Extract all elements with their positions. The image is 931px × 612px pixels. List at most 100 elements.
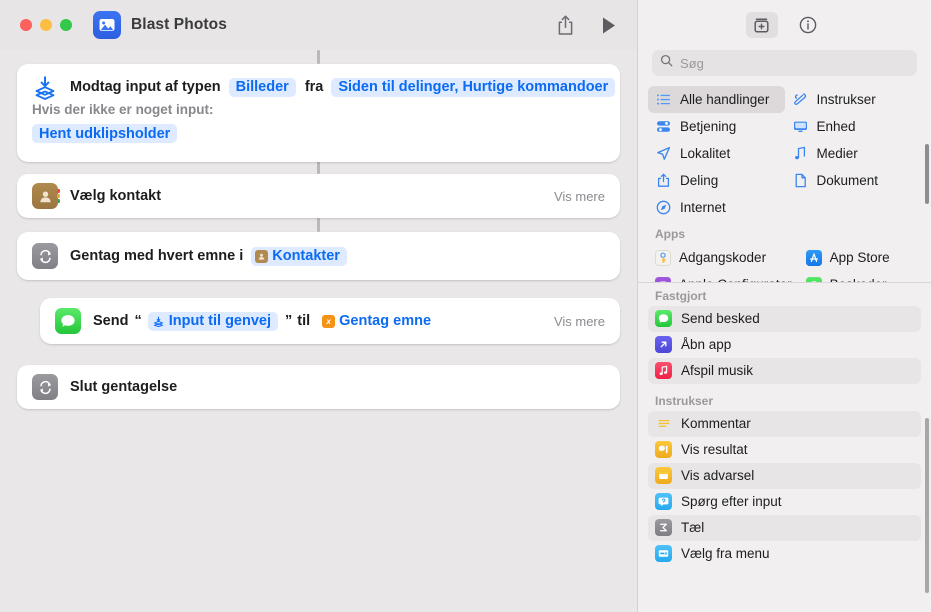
- category-grid: Alle handlinger Instrukser Betjening Enh…: [638, 86, 931, 221]
- category-label: Enhed: [816, 119, 856, 134]
- action-card-send-message[interactable]: Send “ Input til genvej ” til x Gentag e…: [40, 298, 620, 344]
- action-card-receive-input[interactable]: Modtag input af typen Billeder fra Siden…: [17, 64, 620, 162]
- search-input[interactable]: [680, 55, 909, 71]
- repeat-icon: [32, 243, 58, 269]
- list-item-afspil-musik[interactable]: Afspil musik: [648, 357, 921, 384]
- action-card-select-contact[interactable]: Vælg kontakt Vis mere: [17, 174, 620, 218]
- count-icon: [655, 519, 672, 536]
- sidebar-item-medier[interactable]: Medier: [785, 140, 922, 167]
- clipboard-fallback-pill[interactable]: Hent udklipsholder: [32, 124, 178, 143]
- sidebar-item-alle-handlinger[interactable]: Alle handlinger: [648, 86, 785, 113]
- close-button[interactable]: [20, 19, 32, 31]
- sidebar-item-lokalitet[interactable]: Lokalitet: [648, 140, 785, 167]
- list-item-send-besked[interactable]: Send besked: [648, 305, 921, 332]
- sidebar-item-apple-configurator[interactable]: Apple Configurator: [648, 271, 799, 282]
- messages-icon: [805, 276, 822, 282]
- action-text-prefix: Modtag input af typen: [70, 79, 221, 95]
- flow-connector: [317, 50, 320, 64]
- category-label: Instrukser: [816, 92, 876, 107]
- action-library-icon[interactable]: [745, 12, 778, 38]
- category-scroll-area[interactable]: Alle handlinger Instrukser Betjening Enh…: [638, 86, 931, 282]
- window-controls: [20, 19, 72, 31]
- action-card-repeat-each[interactable]: Gentag med hvert emne i Kontakter: [17, 232, 620, 280]
- list-item-vis-advarsel[interactable]: Vis advarsel: [648, 462, 921, 489]
- sidebar-action-list: Fastgjort Send besked Åbn app Afspil mus…: [638, 283, 931, 567]
- category-scrollbar[interactable]: [925, 144, 929, 204]
- input-source-pill[interactable]: Siden til delinger, Hurtige kommandoer: [331, 77, 616, 97]
- list-item-vis-resultat[interactable]: Vis resultat: [648, 437, 921, 463]
- list-item-sporg-efter-input[interactable]: Spørg efter input: [648, 489, 921, 515]
- document-icon: [792, 173, 809, 188]
- list-item-label: Send besked: [681, 311, 760, 326]
- list-item-label: Tæl: [681, 520, 705, 535]
- sidebar-item-enhed[interactable]: Enhed: [785, 113, 922, 140]
- sidebar-item-deling[interactable]: Deling: [648, 167, 785, 194]
- show-more-button[interactable]: Vis mere: [554, 189, 605, 204]
- sidebar-item-dokument[interactable]: Dokument: [785, 167, 922, 194]
- minimize-button[interactable]: [40, 19, 52, 31]
- list-item-label: Kommentar: [681, 416, 751, 431]
- list-icon: [655, 92, 672, 107]
- sidebar-toolbar: [638, 0, 931, 50]
- sidebar-item-app-store[interactable]: App Store: [799, 244, 921, 271]
- show-alert-icon: [655, 467, 672, 484]
- choose-menu-icon: [655, 545, 672, 562]
- action-text-mid: fra: [304, 79, 324, 95]
- zoom-button[interactable]: [60, 19, 72, 31]
- sidebar-scrollbar[interactable]: [925, 418, 929, 593]
- music-icon: [655, 362, 672, 379]
- app-label: App Store: [829, 250, 890, 265]
- show-more-button[interactable]: Vis mere: [554, 314, 605, 329]
- info-icon[interactable]: [792, 12, 824, 38]
- flow-connector: [317, 160, 320, 174]
- shortcut-app-icon: [93, 11, 121, 39]
- category-label: Internet: [680, 200, 726, 215]
- messages-icon: [655, 310, 672, 327]
- list-item-abn-app[interactable]: Åbn app: [648, 332, 921, 358]
- title-bar: Blast Photos: [0, 0, 637, 50]
- contacts-variable-pill[interactable]: Kontakter: [251, 246, 347, 266]
- device-icon: [792, 119, 809, 134]
- sidebar-item-beskeder[interactable]: Beskeder: [799, 271, 921, 282]
- share-icon[interactable]: [557, 15, 574, 36]
- category-label: Medier: [816, 146, 858, 161]
- contacts-mini-icon: [255, 249, 269, 263]
- list-item-tael[interactable]: Tæl: [648, 514, 921, 541]
- category-label: Deling: [680, 173, 719, 188]
- share-icon: [655, 173, 672, 188]
- action-text: Gentag med hvert emne i: [70, 248, 244, 264]
- search-icon: [660, 54, 673, 72]
- messages-icon: [55, 308, 81, 334]
- list-item-label: Afspil musik: [681, 363, 754, 378]
- action-card-end-repeat[interactable]: Slut gentagelse: [17, 365, 620, 409]
- input-type-pill[interactable]: Billeder: [228, 77, 296, 97]
- shortcut-input-variable-pill[interactable]: Input til genvej: [147, 311, 279, 331]
- app-label: Apple Configurator: [679, 277, 792, 282]
- repeat-icon: [32, 374, 58, 400]
- list-item-label: Vis resultat: [681, 442, 748, 457]
- scripting-icon: [792, 92, 809, 107]
- quote-close: ”: [285, 313, 293, 329]
- quote-open: “: [134, 313, 142, 329]
- apps-grid: Adgangskoder App Store Apple Configurato…: [638, 244, 931, 282]
- workflow-canvas: Modtag input af typen Billeder fra Siden…: [0, 50, 637, 612]
- media-icon: [792, 146, 809, 161]
- sidebar-item-instrukser[interactable]: Instrukser: [785, 86, 922, 113]
- run-play-icon[interactable]: [601, 16, 617, 35]
- search-box[interactable]: [652, 50, 917, 76]
- no-input-label: Hvis der ikke er noget input:: [32, 102, 214, 117]
- sidebar-item-internet[interactable]: Internet: [648, 194, 785, 221]
- repeat-item-variable-pill[interactable]: x Gentag emne: [318, 312, 438, 331]
- sidebar-item-betjening[interactable]: Betjening: [648, 113, 785, 140]
- configurator-icon: [655, 276, 671, 282]
- list-item-kommentar[interactable]: Kommentar: [648, 410, 921, 437]
- category-label: Betjening: [680, 119, 737, 134]
- controls-icon: [655, 119, 672, 134]
- list-item-label: Vælg fra menu: [681, 546, 770, 561]
- repeat-item-variable-label: Gentag emne: [339, 313, 432, 329]
- web-icon: [655, 200, 672, 215]
- list-item-label: Åbn app: [681, 337, 732, 352]
- list-item-vaelg-fra-menu[interactable]: Vælg fra menu: [648, 541, 921, 567]
- sidebar-item-adgangskoder[interactable]: Adgangskoder: [648, 244, 799, 271]
- page-title: Blast Photos: [131, 16, 227, 33]
